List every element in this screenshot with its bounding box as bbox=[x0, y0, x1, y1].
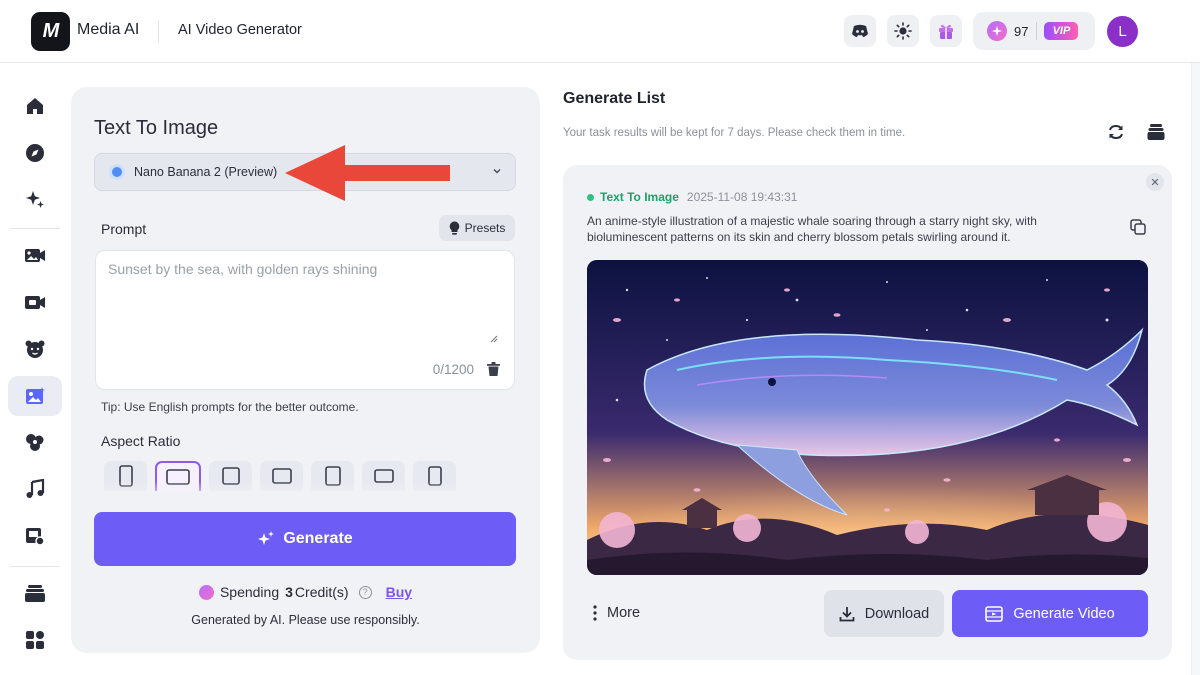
image-to-video-icon bbox=[25, 249, 45, 262]
credit-count: 97 bbox=[1014, 23, 1029, 39]
ai-disclaimer: Generated by AI. Please use responsibly. bbox=[191, 613, 420, 627]
image-to-video-icon bbox=[985, 605, 1004, 622]
more-label: More bbox=[607, 605, 641, 621]
sidebar-item-ai-effects[interactable] bbox=[8, 179, 62, 219]
sparkle-icon bbox=[26, 191, 44, 208]
library-icon bbox=[25, 585, 45, 602]
prompt-tip: Tip: Use English prompts for the better … bbox=[101, 400, 359, 414]
gift-button[interactable] bbox=[930, 15, 962, 47]
sidebar-item-tools[interactable] bbox=[8, 516, 62, 556]
download-label: Download bbox=[864, 605, 930, 622]
presets-button[interactable]: Presets bbox=[439, 215, 515, 241]
spending-prefix: Spending bbox=[219, 584, 280, 600]
model-icon bbox=[109, 164, 125, 180]
annotation-arrow-icon bbox=[285, 145, 450, 201]
lightbulb-icon bbox=[449, 221, 459, 235]
header-divider bbox=[158, 20, 159, 42]
generate-video-button[interactable]: Generate Video bbox=[952, 590, 1148, 637]
download-button[interactable]: Download bbox=[824, 590, 944, 637]
aspect-ratio-label: Aspect Ratio bbox=[101, 433, 181, 449]
prompt-label: Prompt bbox=[101, 221, 147, 237]
explore-icon bbox=[26, 144, 44, 162]
credit-icon bbox=[987, 21, 1007, 41]
brand-name[interactable]: Media AI bbox=[77, 21, 139, 39]
sidebar-item-image-to-video[interactable] bbox=[8, 235, 62, 275]
more-button[interactable]: More bbox=[593, 605, 640, 621]
sparkle-icon bbox=[258, 531, 275, 545]
sidebar-item-apps[interactable] bbox=[8, 620, 62, 660]
presets-label: Presets bbox=[464, 221, 506, 235]
character-icon bbox=[25, 340, 45, 358]
model-selected-value: Nano Banana 2 (Preview) bbox=[134, 165, 278, 179]
discord-icon bbox=[852, 24, 868, 37]
download-icon bbox=[839, 606, 855, 621]
generate-video-label: Generate Video bbox=[1013, 605, 1115, 622]
status-dot bbox=[587, 193, 594, 201]
sidebar-item-text-to-image[interactable] bbox=[8, 376, 62, 416]
avatar[interactable]: L bbox=[1107, 16, 1138, 47]
generate-label: Generate bbox=[283, 530, 353, 547]
top-header: M Media AI AI Video Generator 97 VIP L bbox=[0, 0, 1200, 63]
sidebar-item-explore[interactable] bbox=[8, 133, 62, 173]
help-icon[interactable]: ? bbox=[358, 585, 372, 599]
copy-icon[interactable] bbox=[1130, 219, 1146, 235]
prompt-input[interactable] bbox=[108, 261, 500, 341]
gift-icon bbox=[939, 24, 953, 39]
apps-icon bbox=[26, 631, 44, 649]
music-icon bbox=[26, 479, 45, 498]
generated-image[interactable] bbox=[587, 260, 1148, 575]
home-icon bbox=[27, 98, 43, 114]
sidebar bbox=[0, 63, 70, 675]
theme-toggle-button[interactable] bbox=[887, 15, 919, 47]
video-icon bbox=[25, 296, 45, 309]
task-result-card: ✕ Text To Image 2025-11-08 19:43:31 An a… bbox=[563, 165, 1172, 660]
prompt-box: 0/1200 bbox=[95, 250, 515, 390]
vip-badge[interactable]: VIP bbox=[1044, 22, 1079, 40]
buy-link[interactable]: Buy bbox=[386, 584, 412, 600]
spending-amount: 3 bbox=[285, 584, 293, 600]
tools-icon bbox=[26, 528, 45, 546]
credit-divider bbox=[1036, 22, 1038, 40]
sidebar-divider bbox=[10, 228, 60, 229]
whale-illustration bbox=[587, 260, 1148, 575]
credit-icon bbox=[198, 584, 214, 600]
sidebar-item-music[interactable] bbox=[8, 469, 62, 509]
character-counter: 0/1200 bbox=[432, 362, 474, 377]
more-vertical-icon bbox=[593, 605, 597, 621]
page-scrollbar[interactable] bbox=[1191, 63, 1200, 675]
sidebar-divider bbox=[10, 566, 60, 567]
scroll-fade bbox=[95, 481, 515, 501]
task-type: Text To Image bbox=[600, 190, 679, 204]
panel-title: Text To Image bbox=[94, 117, 219, 139]
sidebar-item-library[interactable] bbox=[8, 573, 62, 613]
refresh-icon[interactable] bbox=[1107, 123, 1125, 141]
resize-handle-icon[interactable] bbox=[490, 335, 498, 343]
task-prompt: An anime-style illustration of a majesti… bbox=[587, 214, 1037, 244]
discord-button[interactable] bbox=[844, 15, 876, 47]
sidebar-item-character[interactable] bbox=[8, 329, 62, 369]
trash-icon[interactable] bbox=[487, 362, 500, 376]
sun-icon bbox=[894, 22, 912, 40]
spending-info: Spending 3 Credit(s) ? Buy bbox=[71, 584, 540, 600]
sidebar-item-photo-edit[interactable] bbox=[8, 422, 62, 462]
task-timestamp: 2025-11-08 19:43:31 bbox=[686, 190, 798, 204]
chevron-down-icon bbox=[493, 168, 501, 174]
credits-pill[interactable]: 97 VIP bbox=[973, 12, 1095, 50]
task-meta: Text To Image 2025-11-08 19:43:31 bbox=[587, 190, 797, 204]
sidebar-item-home[interactable] bbox=[8, 86, 62, 126]
page-title: AI Video Generator bbox=[178, 22, 302, 38]
spending-suffix: Credit(s) bbox=[294, 584, 349, 600]
library-icon[interactable] bbox=[1147, 123, 1165, 141]
generate-list-subtitle: Your task results will be kept for 7 day… bbox=[563, 127, 906, 139]
text-to-image-icon bbox=[26, 387, 45, 404]
app-logo[interactable]: M bbox=[31, 12, 70, 51]
generate-button[interactable]: Generate bbox=[94, 512, 516, 566]
generate-list-title: Generate List bbox=[563, 90, 666, 107]
close-icon[interactable]: ✕ bbox=[1146, 173, 1164, 191]
sidebar-item-video[interactable] bbox=[8, 282, 62, 322]
photo-edit-icon bbox=[26, 434, 44, 451]
